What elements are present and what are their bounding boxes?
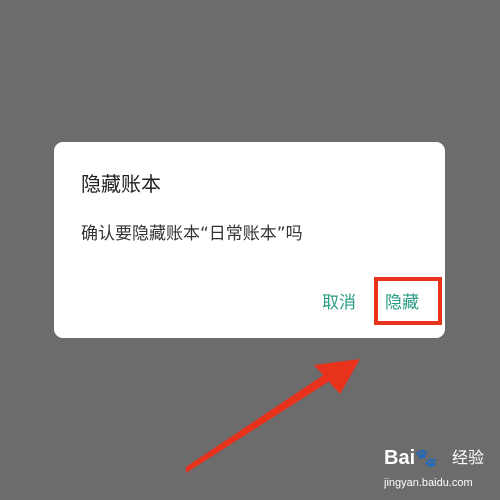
arrow-icon <box>186 359 360 473</box>
watermark-logo-text: Bai <box>384 447 416 469</box>
watermark-brand: 经验 <box>452 448 485 467</box>
baidu-jingyan-watermark: Bai🐾 经验 jingyan.baidu.com <box>384 446 500 496</box>
watermark-url: jingyan.baidu.com <box>384 477 473 489</box>
watermark-logo: Bai🐾 <box>384 446 438 470</box>
paw-icon: 🐾 <box>415 448 438 468</box>
